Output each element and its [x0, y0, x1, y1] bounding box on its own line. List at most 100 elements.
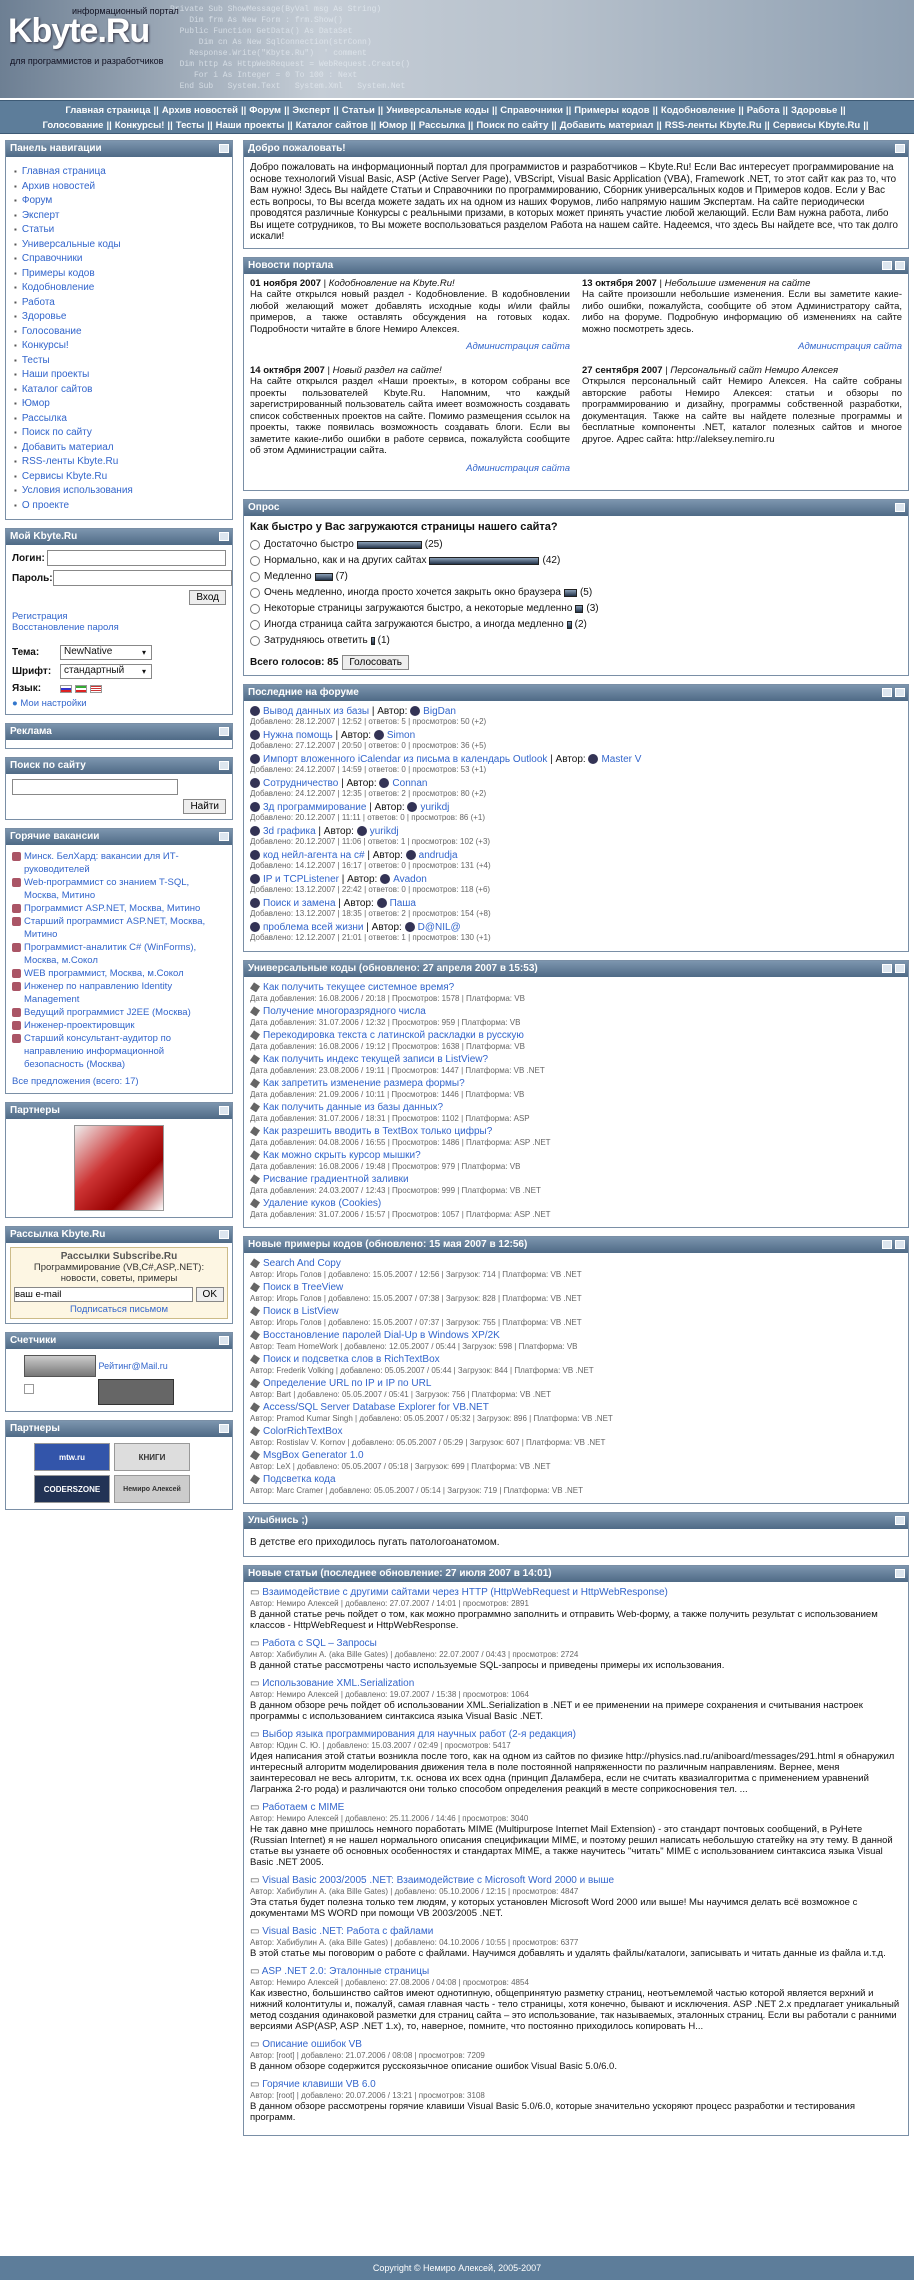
topnav-item[interactable]: Эксперт — [292, 105, 330, 116]
partner-nemiro[interactable]: Немиро Алексей — [114, 1475, 190, 1503]
sidebar-item[interactable]: Добавить материал — [22, 441, 228, 456]
topnav-item[interactable]: Архив новостей — [162, 105, 238, 116]
collapse-icon[interactable] — [895, 144, 905, 153]
poll-radio[interactable] — [250, 604, 260, 614]
sidebar-item[interactable]: Поиск по сайту — [22, 426, 228, 441]
code-link[interactable]: Как получить данные из базы данных? — [263, 1102, 443, 1113]
forum-author-link[interactable]: Паша — [390, 898, 416, 909]
topnav-item[interactable]: Голосование — [42, 120, 103, 131]
register-link[interactable]: Регистрация — [12, 611, 68, 622]
forum-topic-link[interactable]: 3d графика — [263, 826, 316, 837]
news-signature[interactable]: Администрация сайта — [582, 341, 902, 353]
sidebar-item[interactable]: Эксперт — [22, 209, 228, 224]
close-icon[interactable] — [882, 260, 892, 270]
rambler-counter[interactable] — [24, 1355, 96, 1377]
poll-option[interactable]: Медленно (7) — [250, 569, 902, 585]
collapse-icon[interactable] — [219, 832, 229, 841]
close-icon[interactable] — [882, 964, 892, 973]
partner-mtw[interactable]: mtw.ru — [34, 1443, 110, 1471]
restore-password-link[interactable]: Восстановление пароля — [12, 622, 119, 633]
login-button[interactable]: Вход — [189, 590, 226, 605]
topnav-item[interactable]: Кодобновление — [661, 105, 736, 116]
forum-author-link[interactable]: Master V — [601, 754, 641, 765]
topnav-item[interactable]: Статьи — [342, 105, 375, 116]
topnav-item[interactable]: Тесты — [176, 120, 205, 131]
sidebar-item[interactable]: Архив новостей — [22, 180, 228, 195]
sidebar-item[interactable]: Условия использования — [22, 484, 228, 499]
topnav-item[interactable]: Каталог сайтов — [296, 120, 368, 131]
code-link[interactable]: Как получить индекс текущей записи в Lis… — [263, 1054, 488, 1065]
topnav-item[interactable]: Универсальные коды — [386, 105, 489, 116]
code-link[interactable]: Как запретить изменение размера формы? — [263, 1078, 465, 1089]
topnav-item[interactable]: Сервисы Kbyte.Ru — [773, 120, 860, 131]
site-logo[interactable]: Kbyte.Ru — [8, 12, 150, 51]
collapse-icon[interactable] — [895, 260, 905, 270]
code-link[interactable]: Как получить текущее системное время? — [263, 982, 454, 993]
forum-author-link[interactable]: D@NIL@ — [418, 922, 461, 933]
topnav-item[interactable]: Главная страница — [65, 105, 150, 116]
vacancy-item[interactable]: Web-программист со знанием T-SQL, Москва… — [12, 876, 226, 902]
collapse-icon[interactable] — [219, 144, 229, 153]
topnav-item[interactable]: Здоровье — [791, 105, 837, 116]
poll-radio[interactable] — [250, 540, 260, 550]
sidebar-item[interactable]: Тесты — [22, 354, 228, 369]
forum-author-link[interactable]: Simon — [387, 730, 415, 741]
sidebar-item[interactable]: Справочники — [22, 252, 228, 267]
article-link[interactable]: Горячие клавиши VB 6.0 — [262, 2079, 376, 2090]
vote-button[interactable]: Голосовать — [342, 655, 410, 670]
forum-author-link[interactable]: Connan — [392, 778, 427, 789]
example-link[interactable]: ColorRichTextBox — [263, 1426, 342, 1437]
counter-badge[interactable] — [98, 1379, 174, 1405]
example-link[interactable]: Поиск и подсветка слов в RichTextBox — [263, 1354, 440, 1365]
sidebar-item[interactable]: Кодобновление — [22, 281, 228, 296]
topnav-item[interactable]: RSS-ленты Kbyte.Ru — [665, 120, 762, 131]
article-link[interactable]: Visual Basic 2003/2005 .NET: Взаимодейст… — [262, 1875, 614, 1886]
example-link[interactable]: Access/SQL Server Database Explorer for … — [263, 1402, 489, 1413]
collapse-icon[interactable] — [219, 1106, 229, 1115]
flag-ru-icon[interactable] — [60, 684, 72, 693]
sidebar-item[interactable]: Универсальные коды — [22, 238, 228, 253]
forum-author-link[interactable]: andrudja — [419, 850, 458, 861]
article-link[interactable]: Работа с SQL – Запросы — [262, 1638, 377, 1649]
news-signature[interactable]: Администрация сайта — [250, 341, 570, 353]
code-link[interactable]: Как можно скрыть курсор мышки? — [263, 1150, 421, 1161]
vacancy-item[interactable]: Программист ASP.NET, Москва, Митино — [12, 902, 226, 915]
partner-coderszone[interactable]: CODERSZONE — [34, 1475, 110, 1503]
theme-select[interactable]: NewNative — [60, 645, 152, 660]
collapse-icon[interactable] — [895, 503, 905, 512]
forum-author-link[interactable]: BigDan — [423, 706, 456, 717]
vacancy-item[interactable]: Минск. БелХард: вакансии для ИТ-руководи… — [12, 850, 226, 876]
sidebar-item[interactable]: Статьи — [22, 223, 228, 238]
code-link[interactable]: Как разрешить вводить в TextBox только ц… — [263, 1126, 492, 1137]
example-link[interactable]: Поиск в TreeView — [263, 1282, 343, 1293]
flag-by-icon[interactable] — [75, 684, 87, 693]
partner-banner[interactable] — [74, 1125, 164, 1211]
forum-topic-link[interactable]: Сотрудничество — [263, 778, 338, 789]
search-button[interactable]: Найти — [183, 799, 226, 814]
collapse-icon[interactable] — [219, 1336, 229, 1345]
poll-radio[interactable] — [250, 556, 260, 566]
poll-option[interactable]: Некоторые страницы загружаются быстро, а… — [250, 601, 902, 617]
password-input[interactable] — [52, 570, 232, 586]
sidebar-item[interactable]: Юмор — [22, 397, 228, 412]
topnav-item[interactable]: Конкурсы! — [115, 120, 165, 131]
subscribe-by-mail-link[interactable]: Подписаться письмом — [70, 1304, 168, 1315]
example-link[interactable]: Поиск в ListView — [263, 1306, 339, 1317]
sidebar-item[interactable]: Сервисы Kbyte.Ru — [22, 470, 228, 485]
topnav-item[interactable]: Работа — [747, 105, 780, 116]
forum-author-link[interactable]: yurikdj — [420, 802, 449, 813]
poll-option[interactable]: Достаточно быстро (25) — [250, 537, 902, 553]
forum-topic-link[interactable]: Нужна помощь — [263, 730, 333, 741]
poll-radio[interactable] — [250, 572, 260, 582]
poll-option[interactable]: Затрудняюсь ответить (1) — [250, 633, 902, 649]
article-link[interactable]: Использование XML.Serialization — [262, 1678, 414, 1689]
vacancy-item[interactable]: Старший консультант-аудитор по направлен… — [12, 1032, 226, 1071]
example-link[interactable]: Определение URL по IP и IP по URL — [263, 1378, 431, 1389]
topnav-item[interactable]: Примеры кодов — [574, 105, 649, 116]
forum-topic-link[interactable]: Импорт вложенного iCalendar из письма в … — [263, 754, 547, 765]
sidebar-item[interactable]: Каталог сайтов — [22, 383, 228, 398]
code-link[interactable]: Перекодировка текста с латинской расклад… — [263, 1030, 524, 1041]
collapse-icon[interactable] — [895, 688, 905, 697]
login-input[interactable] — [47, 550, 226, 566]
vacancy-item[interactable]: Инженер-проектировщик — [12, 1019, 226, 1032]
